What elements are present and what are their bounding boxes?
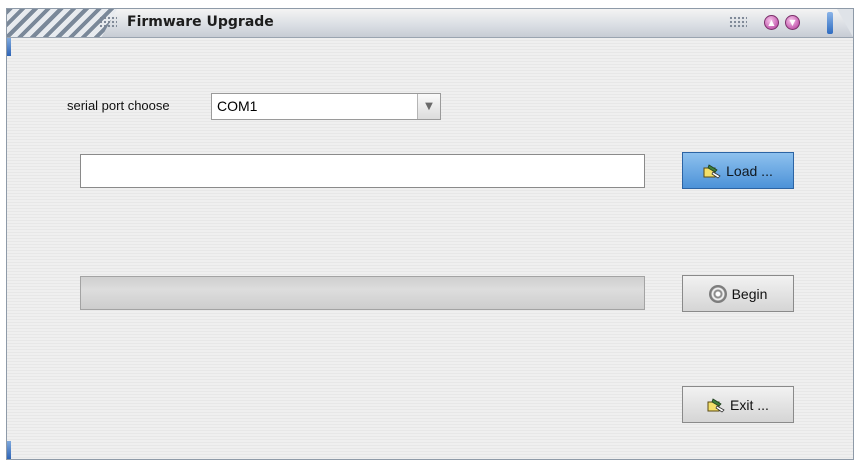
title-accent-bar [827,12,833,34]
serial-port-label: serial port choose [67,98,170,113]
hand-pointer-icon [707,397,725,413]
hand-pointer-icon [703,163,721,179]
close-icon[interactable]: ▼ [785,15,800,30]
title-grip-left-icon [99,16,117,28]
serial-port-value: COM1 [217,98,258,114]
exit-button[interactable]: Exit ... [682,386,794,423]
client-area: serial port choose COM1 ▼ Load ... Begin [7,38,853,459]
title-grip-right-icon [729,16,747,28]
load-button[interactable]: Load ... [682,152,794,189]
chevron-down-icon[interactable]: ▼ [417,94,440,119]
serial-port-select[interactable]: COM1 ▼ [211,93,441,120]
title-bar[interactable]: Firmware Upgrade ▲ ▼ [7,9,853,38]
target-icon [708,284,727,303]
left-accent-bottom [7,441,11,459]
window-title: Firmware Upgrade [127,14,274,30]
minimize-icon[interactable]: ▲ [764,15,779,30]
load-button-label: Load ... [726,162,773,179]
firmware-upgrade-window: Firmware Upgrade ▲ ▼ serial port choose … [6,8,854,460]
begin-button-label: Begin [731,285,768,302]
title-corner-decoration [837,9,853,37]
begin-button[interactable]: Begin [682,275,794,312]
firmware-file-field[interactable] [80,154,645,188]
exit-button-label: Exit ... [730,396,769,413]
left-accent-top [7,38,11,56]
upgrade-progress-bar [80,276,645,310]
